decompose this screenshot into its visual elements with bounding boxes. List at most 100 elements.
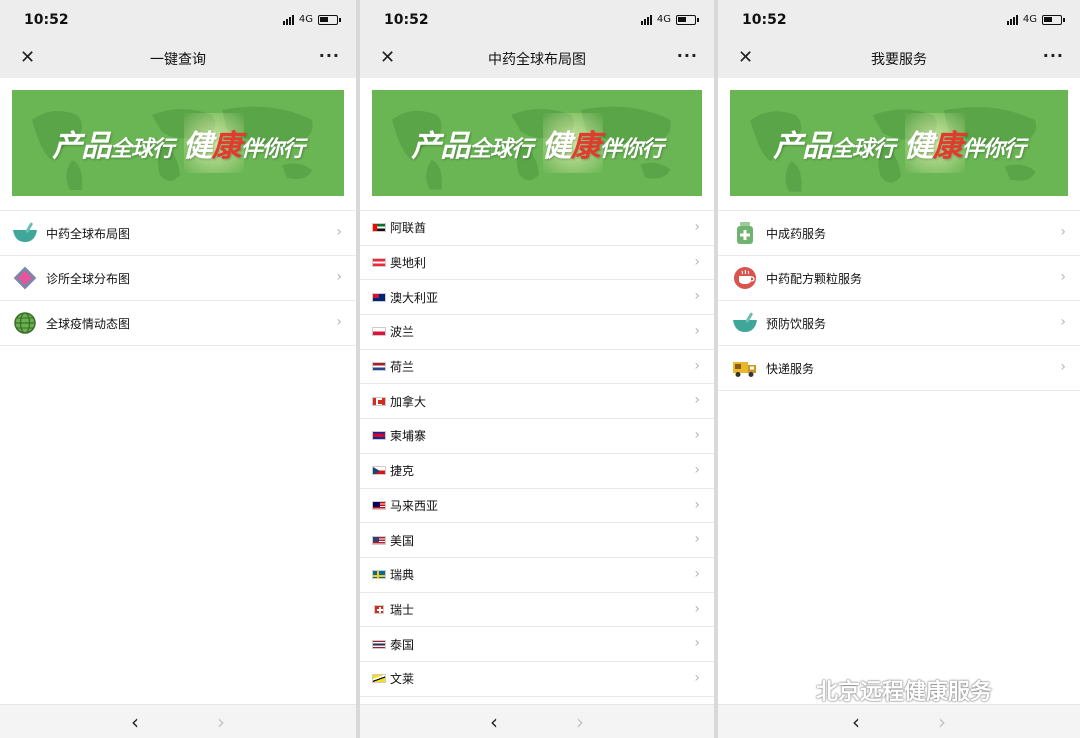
status-indicators: 4G	[640, 14, 699, 25]
chevron-right-icon: ›	[694, 496, 700, 513]
network-type: 4G	[1022, 14, 1037, 25]
list-item-country[interactable]: 奥地利 ›	[360, 246, 714, 281]
list-item-country[interactable]: 美国 ›	[360, 523, 714, 558]
page-title: 中药全球布局图	[488, 52, 586, 68]
mortar-bowl-icon	[732, 310, 758, 336]
list-item-herbal-layout[interactable]: 中药全球布局图 ›	[0, 211, 356, 256]
forward-arrow-icon[interactable]: ›	[576, 710, 584, 734]
close-icon[interactable]: ✕	[20, 49, 35, 67]
chevron-right-icon: ›	[1060, 224, 1066, 240]
screen-one-click-query: 10:52 4G ✕ 一键查询 ··· 产品全球行 健康伴你行 中药全球布局图 …	[0, 0, 356, 738]
chevron-right-icon: ›	[694, 219, 700, 235]
banner[interactable]: 产品全球行 健康伴你行	[730, 90, 1068, 196]
chevron-right-icon: ›	[336, 269, 342, 285]
list-item-patent-medicine-service[interactable]: 中成药服务 ›	[718, 211, 1080, 256]
country-label: 文莱	[390, 672, 415, 687]
browser-bottom-bar: ‹ ›	[718, 704, 1080, 738]
list-item-label: 预防饮服务	[766, 316, 827, 331]
canada-flag-icon	[372, 396, 386, 406]
list-item-country[interactable]: 波兰 ›	[360, 315, 714, 350]
list-item-country[interactable]: 文莱 ›	[360, 662, 714, 697]
country-label: 柬埔寨	[390, 429, 427, 444]
status-indicators: 4G	[282, 14, 341, 25]
network-type: 4G	[298, 14, 313, 25]
watermark-text: 北京远程健康服务	[816, 680, 993, 705]
screen-herbal-global-layout: 10:52 4G ✕ 中药全球布局图 ··· 产品全球行 健康伴你行 阿联酋 ›…	[360, 0, 714, 738]
mortar-bowl-icon	[12, 220, 38, 246]
country-label: 瑞典	[390, 568, 415, 583]
country-label: 奥地利	[390, 256, 427, 271]
list-item-country[interactable]: 马来西亚 ›	[360, 489, 714, 524]
more-icon[interactable]: ···	[1043, 46, 1064, 65]
country-label: 瑞士	[390, 602, 415, 617]
nav-bar: ✕ 我要服务 ···	[718, 40, 1080, 78]
battery-icon	[676, 14, 699, 25]
switzerland-flag-icon	[374, 604, 384, 614]
list-item-country[interactable]: 瑞典 ›	[360, 558, 714, 593]
watermark: 北京远程健康服务	[780, 674, 992, 706]
uae-flag-icon	[372, 223, 386, 233]
signal-icon	[640, 14, 652, 25]
list-item-express-service[interactable]: 快递服务 ›	[718, 346, 1080, 391]
status-bar: 10:52 4G	[360, 0, 714, 40]
chevron-right-icon: ›	[694, 461, 700, 478]
signal-icon	[1006, 14, 1018, 25]
list-item-country[interactable]: 瑞士 ›	[360, 593, 714, 628]
banner-slogan: 产品全球行 健康伴你行	[52, 129, 304, 164]
more-icon[interactable]: ···	[319, 46, 340, 65]
network-type: 4G	[656, 14, 671, 25]
list-item-label: 中成药服务	[766, 226, 827, 241]
back-arrow-icon[interactable]: ‹	[852, 710, 860, 734]
browser-bottom-bar: ‹ ›	[0, 704, 356, 738]
list-item-label: 中药全球布局图	[46, 226, 131, 241]
chevron-right-icon: ›	[694, 253, 700, 270]
browser-bottom-bar: ‹ ›	[360, 704, 714, 738]
country-label: 澳大利亚	[390, 290, 439, 305]
back-arrow-icon[interactable]: ‹	[490, 710, 498, 734]
close-icon[interactable]: ✕	[738, 49, 753, 67]
list-item-country[interactable]: 柬埔寨 ›	[360, 419, 714, 454]
banner-container: 产品全球行 健康伴你行	[360, 78, 714, 210]
close-icon[interactable]: ✕	[380, 49, 395, 67]
list-item-granule-service[interactable]: 中药配方颗粒服务 ›	[718, 256, 1080, 301]
banner-container: 产品全球行 健康伴你行	[0, 78, 356, 210]
list-item-country[interactable]: 捷克 ›	[360, 454, 714, 489]
chevron-right-icon: ›	[694, 427, 700, 444]
banner[interactable]: 产品全球行 健康伴你行	[12, 90, 344, 196]
list-item-epidemic-map[interactable]: 全球疫情动态图 ›	[0, 301, 356, 346]
poland-flag-icon	[372, 327, 386, 337]
signal-icon	[282, 14, 294, 25]
forward-arrow-icon[interactable]: ›	[938, 710, 946, 734]
forward-arrow-icon[interactable]: ›	[217, 710, 225, 734]
list-item-label: 快递服务	[766, 361, 815, 376]
back-arrow-icon[interactable]: ‹	[131, 710, 139, 734]
status-bar: 10:52 4G	[0, 0, 356, 40]
country-list: 阿联酋 › 奥地利 › 澳大利亚 › 波兰 › 荷兰 › 加拿大 › 柬埔寨 ›…	[360, 210, 714, 697]
list-item-country[interactable]: 澳大利亚 ›	[360, 280, 714, 316]
nav-bar: ✕ 一键查询 ···	[0, 40, 356, 78]
list-item-prevention-drink-service[interactable]: 预防饮服务 ›	[718, 301, 1080, 346]
chevron-right-icon: ›	[694, 357, 700, 374]
list-item-country[interactable]: 泰国 ›	[360, 627, 714, 662]
status-indicators: 4G	[1006, 14, 1065, 25]
chevron-right-icon: ›	[694, 392, 700, 409]
status-time: 10:52	[24, 12, 69, 28]
medicine-bottle-icon	[732, 220, 758, 246]
banner[interactable]: 产品全球行 健康伴你行	[372, 90, 702, 196]
country-label: 泰国	[390, 637, 415, 652]
clinic-cross-icon	[12, 265, 38, 291]
list-item-country[interactable]: 加拿大 ›	[360, 384, 714, 420]
list-item-clinic-distribution[interactable]: 诊所全球分布图 ›	[0, 256, 356, 301]
query-list: 中药全球布局图 › 诊所全球分布图 › 全球疫情动态图 ›	[0, 210, 356, 346]
banner-container: 产品全球行 健康伴你行	[718, 78, 1080, 210]
country-label: 阿联酋	[390, 221, 427, 236]
list-item-country[interactable]: 荷兰 ›	[360, 350, 714, 385]
list-item-country[interactable]: 阿联酋 ›	[360, 211, 714, 246]
list-item-label: 诊所全球分布图	[46, 271, 131, 286]
battery-icon	[1042, 14, 1065, 25]
chevron-right-icon: ›	[336, 314, 342, 330]
czech-flag-icon	[372, 466, 386, 476]
nav-bar: ✕ 中药全球布局图 ···	[360, 40, 714, 78]
more-icon[interactable]: ···	[677, 46, 698, 65]
page-title: 一键查询	[150, 52, 206, 68]
